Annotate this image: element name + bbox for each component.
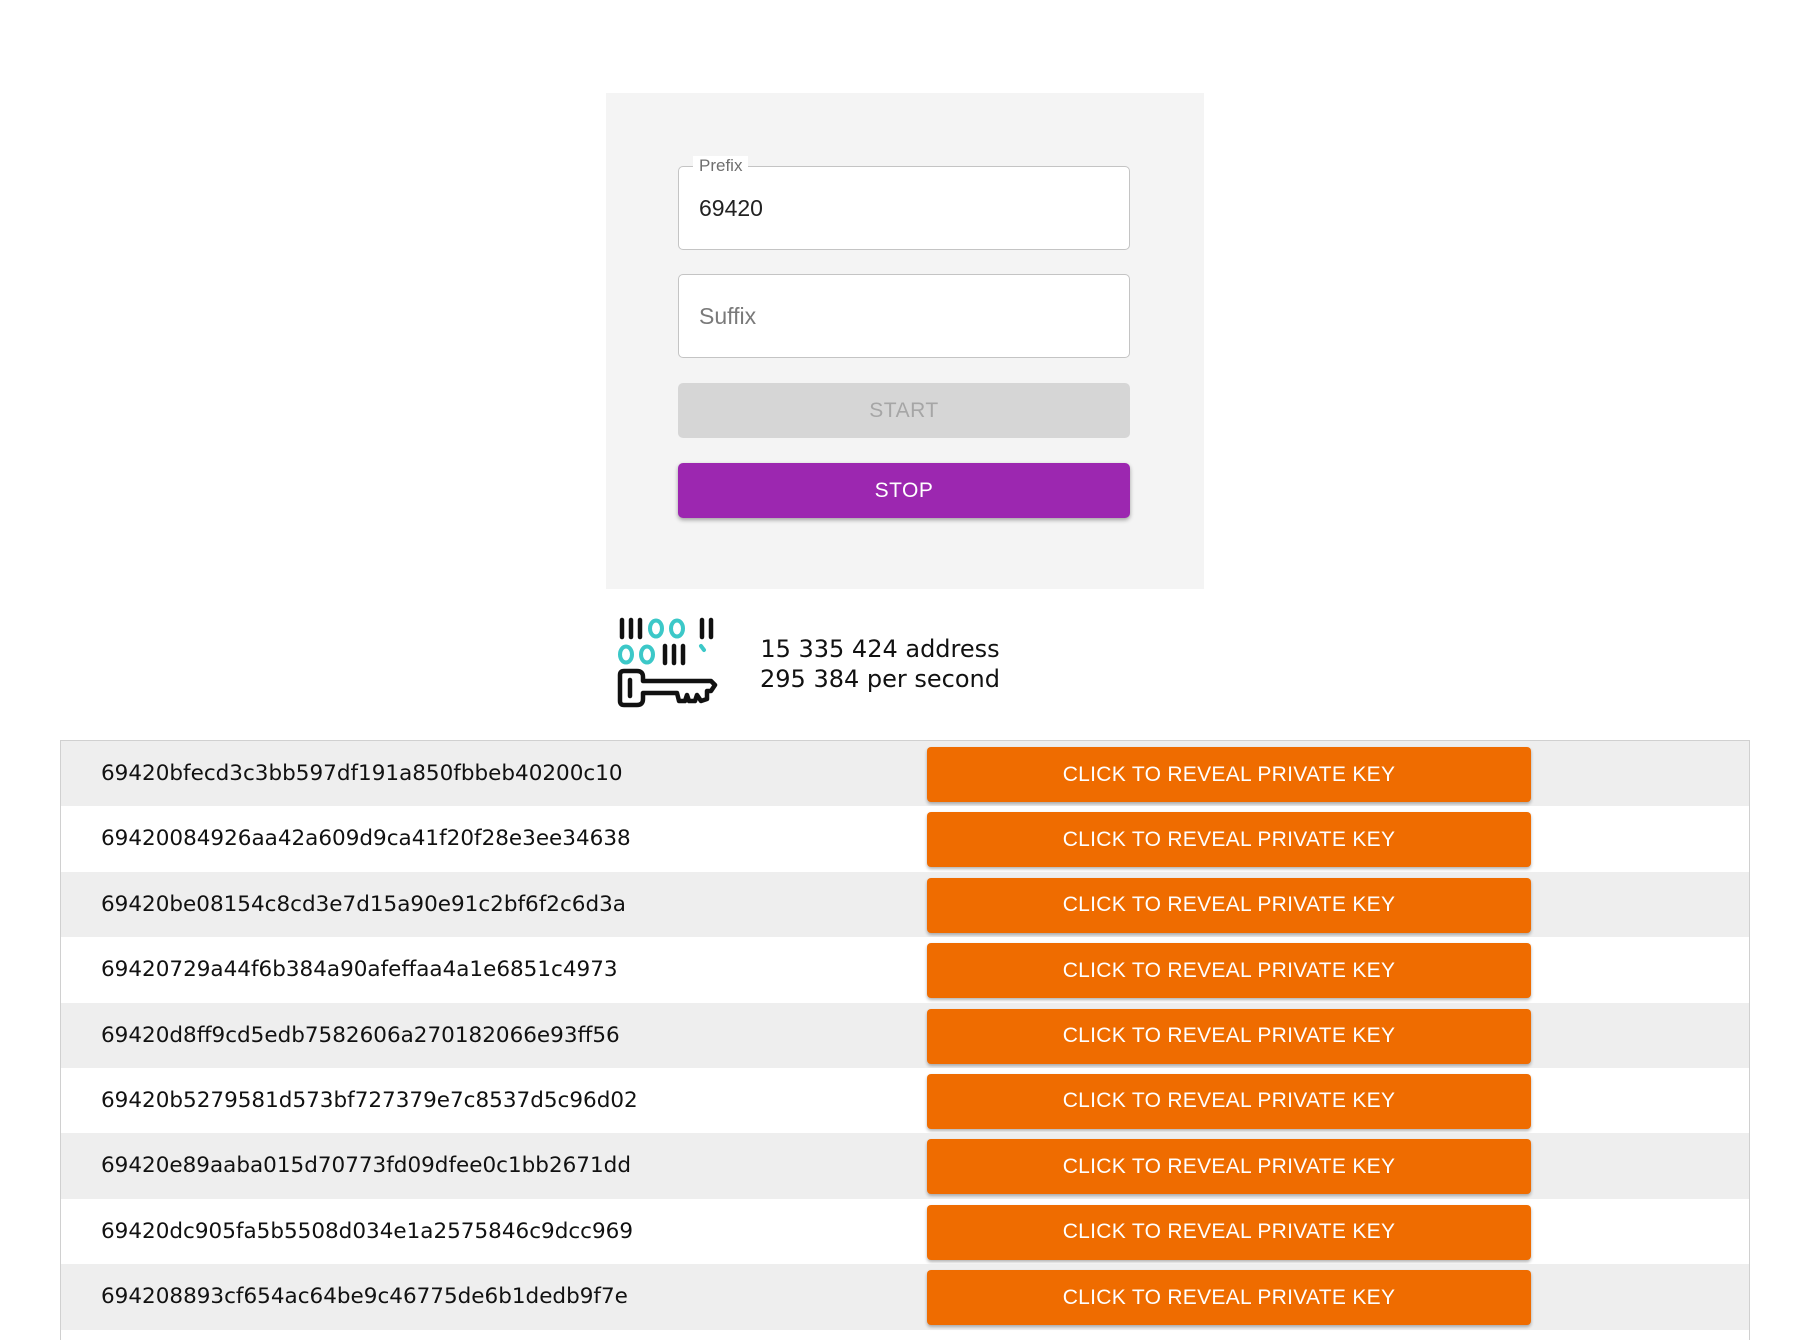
address-text: 69420d8ff9cd5edb7582606a270182066e93ff56 xyxy=(101,1022,620,1048)
address-text: 694208893cf654ac64be9c46775de6b1dedb9f7e xyxy=(101,1284,628,1310)
table-row: 69420be08154c8cd3e7d15a90e91c2bf6f2c6d3a… xyxy=(61,871,1749,938)
address-text: 69420084926aa42a609d9ca41f20f28e3ee34638 xyxy=(101,826,631,852)
table-row: 69420b5279581d573bf727379e7c8537d5c96d02… xyxy=(61,1067,1749,1134)
reveal-private-key-button[interactable]: CLICK TO REVEAL PRIVATE KEY xyxy=(927,1270,1531,1326)
reveal-private-key-button[interactable]: CLICK TO REVEAL PRIVATE KEY xyxy=(927,1073,1531,1129)
address-count: 15 335 424 address xyxy=(760,635,1000,663)
reveal-private-key-button[interactable]: CLICK TO REVEAL PRIVATE KEY xyxy=(927,877,1531,933)
suffix-field[interactable] xyxy=(678,274,1130,358)
start-button[interactable]: START xyxy=(678,383,1130,438)
prefix-input[interactable] xyxy=(699,167,1099,249)
results-table: 69420bfecd3c3bb597df191a850fbbeb40200c10… xyxy=(60,740,1750,1340)
reveal-private-key-button[interactable]: CLICK TO REVEAL PRIVATE KEY xyxy=(927,812,1531,868)
table-row: 69420dc905fa5b5508d034e1a2575846c9dcc969… xyxy=(61,1198,1749,1265)
address-text: 69420729a44f6b384a90afeffaa4a1e6851c4973 xyxy=(101,957,618,983)
generator-panel: Prefix START STOP xyxy=(606,93,1204,589)
reveal-private-key-button[interactable]: CLICK TO REVEAL PRIVATE KEY xyxy=(927,1204,1531,1260)
stop-button[interactable]: STOP xyxy=(678,463,1130,518)
binary-key-icon xyxy=(615,615,721,715)
reveal-private-key-button[interactable]: CLICK TO REVEAL PRIVATE KEY xyxy=(927,1008,1531,1064)
table-row: 69420e89aaba015d70773fd09dfee0c1bb2671dd… xyxy=(61,1133,1749,1199)
table-row: 69420d8ff9cd5edb7582606a270182066e93ff56… xyxy=(61,1002,1749,1068)
address-text: 69420dc905fa5b5508d034e1a2575846c9dcc969 xyxy=(101,1218,634,1244)
table-row: 694208893cf654ac64be9c46775de6b1dedb9f7e… xyxy=(61,1264,1749,1330)
address-text: 69420b5279581d573bf727379e7c8537d5c96d02 xyxy=(101,1087,638,1113)
table-row: 69420729a44f6b384a90afeffaa4a1e6851c4973… xyxy=(61,937,1749,1003)
reveal-private-key-button[interactable]: CLICK TO REVEAL PRIVATE KEY xyxy=(927,747,1531,802)
rate-per-second: 295 384 per second xyxy=(760,665,1000,693)
prefix-field[interactable]: Prefix xyxy=(678,156,1130,250)
address-text: 69420e89aaba015d70773fd09dfee0c1bb2671dd xyxy=(101,1153,631,1179)
table-row: 69420084926aa42a609d9ca41f20f28e3ee34638… xyxy=(61,806,1749,872)
address-text: 69420bfecd3c3bb597df191a850fbbeb40200c10 xyxy=(101,761,623,786)
reveal-private-key-button[interactable]: CLICK TO REVEAL PRIVATE KEY xyxy=(927,943,1531,999)
stats-panel: 15 335 424 address 295 384 per second xyxy=(760,634,1000,694)
address-text: 69420be08154c8cd3e7d15a90e91c2bf6f2c6d3a xyxy=(101,891,626,917)
reveal-private-key-button[interactable]: CLICK TO REVEAL PRIVATE KEY xyxy=(927,1139,1531,1195)
table-row: 69420bfecd3c3bb597df191a850fbbeb40200c10… xyxy=(61,741,1749,807)
suffix-input[interactable] xyxy=(699,275,1099,357)
